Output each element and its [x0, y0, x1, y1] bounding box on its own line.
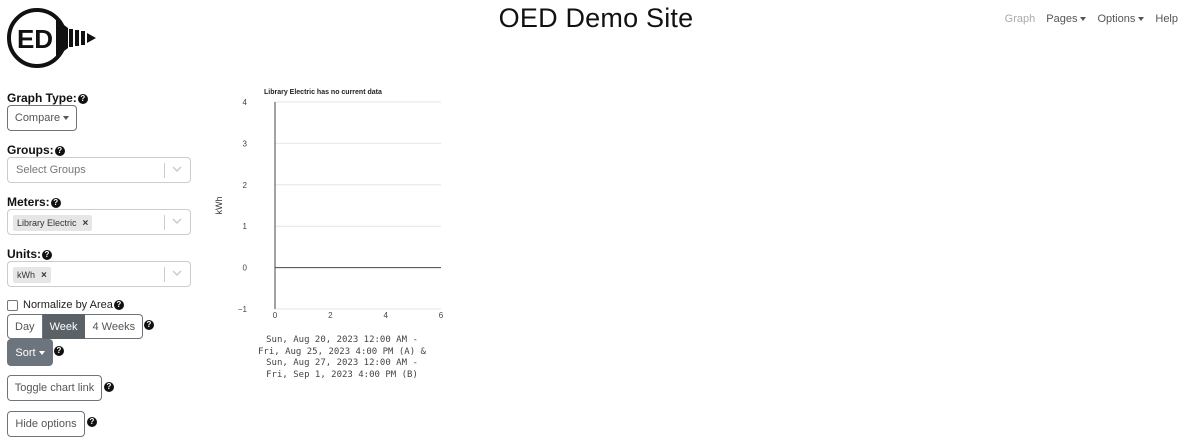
units-label: Units:?: [7, 247, 52, 261]
meter-chip: Library Electric ×: [13, 215, 93, 231]
x-tick-label: 0: [273, 311, 278, 320]
toggle-chart-link-button[interactable]: Toggle chart link: [7, 375, 102, 401]
x-range-line: Sun, Aug 20, 2023 12:00 AM -: [266, 335, 418, 345]
groups-select[interactable]: Select Groups: [7, 157, 191, 183]
caret-down-icon: [38, 350, 45, 355]
remove-chip-icon[interactable]: ×: [83, 218, 89, 229]
help-icon[interactable]: ?: [54, 145, 65, 156]
remove-chip-icon[interactable]: ×: [41, 270, 47, 281]
unit-chip: kWh ×: [13, 267, 51, 283]
x-tick-label: 2: [328, 311, 333, 320]
normalize-checkbox[interactable]: [7, 299, 18, 311]
help-icon[interactable]: ?: [54, 346, 64, 356]
interval-day-button[interactable]: Day: [7, 314, 43, 339]
y-tick-label: 4: [243, 98, 248, 107]
help-icon[interactable]: ?: [50, 197, 61, 208]
x-axis-range-label: Sun, Aug 20, 2023 12:00 AM - Fri, Aug 25…: [252, 335, 432, 381]
units-select[interactable]: kWh ×: [7, 261, 191, 287]
chevron-down-icon[interactable]: [171, 163, 183, 175]
meters-select[interactable]: Library Electric ×: [7, 209, 191, 235]
caret-down-icon: [1080, 17, 1087, 22]
nav-graph-link[interactable]: Graph: [1005, 13, 1036, 25]
y-axis-label: kWh: [214, 197, 224, 215]
interval-week-button[interactable]: Week: [42, 314, 86, 339]
y-tick-label: 2: [243, 181, 248, 190]
y-tick-label: 1: [243, 222, 248, 231]
x-range-line: Fri, Aug 25, 2023 4:00 PM (A) &: [258, 346, 426, 357]
y-tick-label: 3: [243, 139, 248, 148]
graph-type-label: Graph Type:?: [7, 91, 88, 105]
groups-label: Groups:?: [7, 143, 65, 157]
interval-button-group: Day Week 4 Weeks: [7, 314, 144, 339]
nav-pages-dropdown[interactable]: Pages: [1046, 13, 1087, 25]
sort-button[interactable]: Sort: [7, 339, 53, 366]
nav-help-link[interactable]: Help: [1155, 13, 1178, 25]
hide-options-button[interactable]: Hide options: [7, 411, 85, 437]
normalize-label: Normalize by Area: [23, 299, 113, 311]
meters-label: Meters:?: [7, 195, 61, 209]
compare-chart[interactable]: 4 3 2 1 0 −1 0 2 4 6 kWh: [205, 90, 455, 320]
x-tick-label: 4: [383, 311, 388, 320]
y-tick-label: −1: [238, 305, 248, 314]
interval-4weeks-button[interactable]: 4 Weeks: [85, 314, 144, 339]
x-range-line: Fri, Sep 1, 2023 4:00 PM (B): [266, 369, 418, 380]
help-icon[interactable]: ?: [87, 417, 97, 427]
graph-type-dropdown[interactable]: Compare: [7, 105, 77, 131]
y-tick-label: 0: [243, 264, 248, 273]
caret-down-icon: [1138, 17, 1145, 22]
x-range-line: Sun, Aug 27, 2023 12:00 AM -: [266, 358, 418, 368]
chevron-down-icon[interactable]: [171, 215, 183, 227]
help-icon[interactable]: ?: [113, 300, 124, 310]
help-icon[interactable]: ?: [104, 382, 114, 392]
top-navigation: Graph Pages Options Help: [1005, 13, 1178, 25]
x-tick-label: 6: [439, 311, 444, 320]
help-icon[interactable]: ?: [77, 93, 88, 104]
nav-options-dropdown[interactable]: Options: [1097, 13, 1145, 25]
normalize-row: Normalize by Area ?: [7, 299, 124, 311]
help-icon[interactable]: ?: [144, 320, 154, 330]
help-icon[interactable]: ?: [42, 249, 52, 260]
caret-down-icon: [63, 116, 70, 120]
chevron-down-icon[interactable]: [171, 267, 183, 279]
